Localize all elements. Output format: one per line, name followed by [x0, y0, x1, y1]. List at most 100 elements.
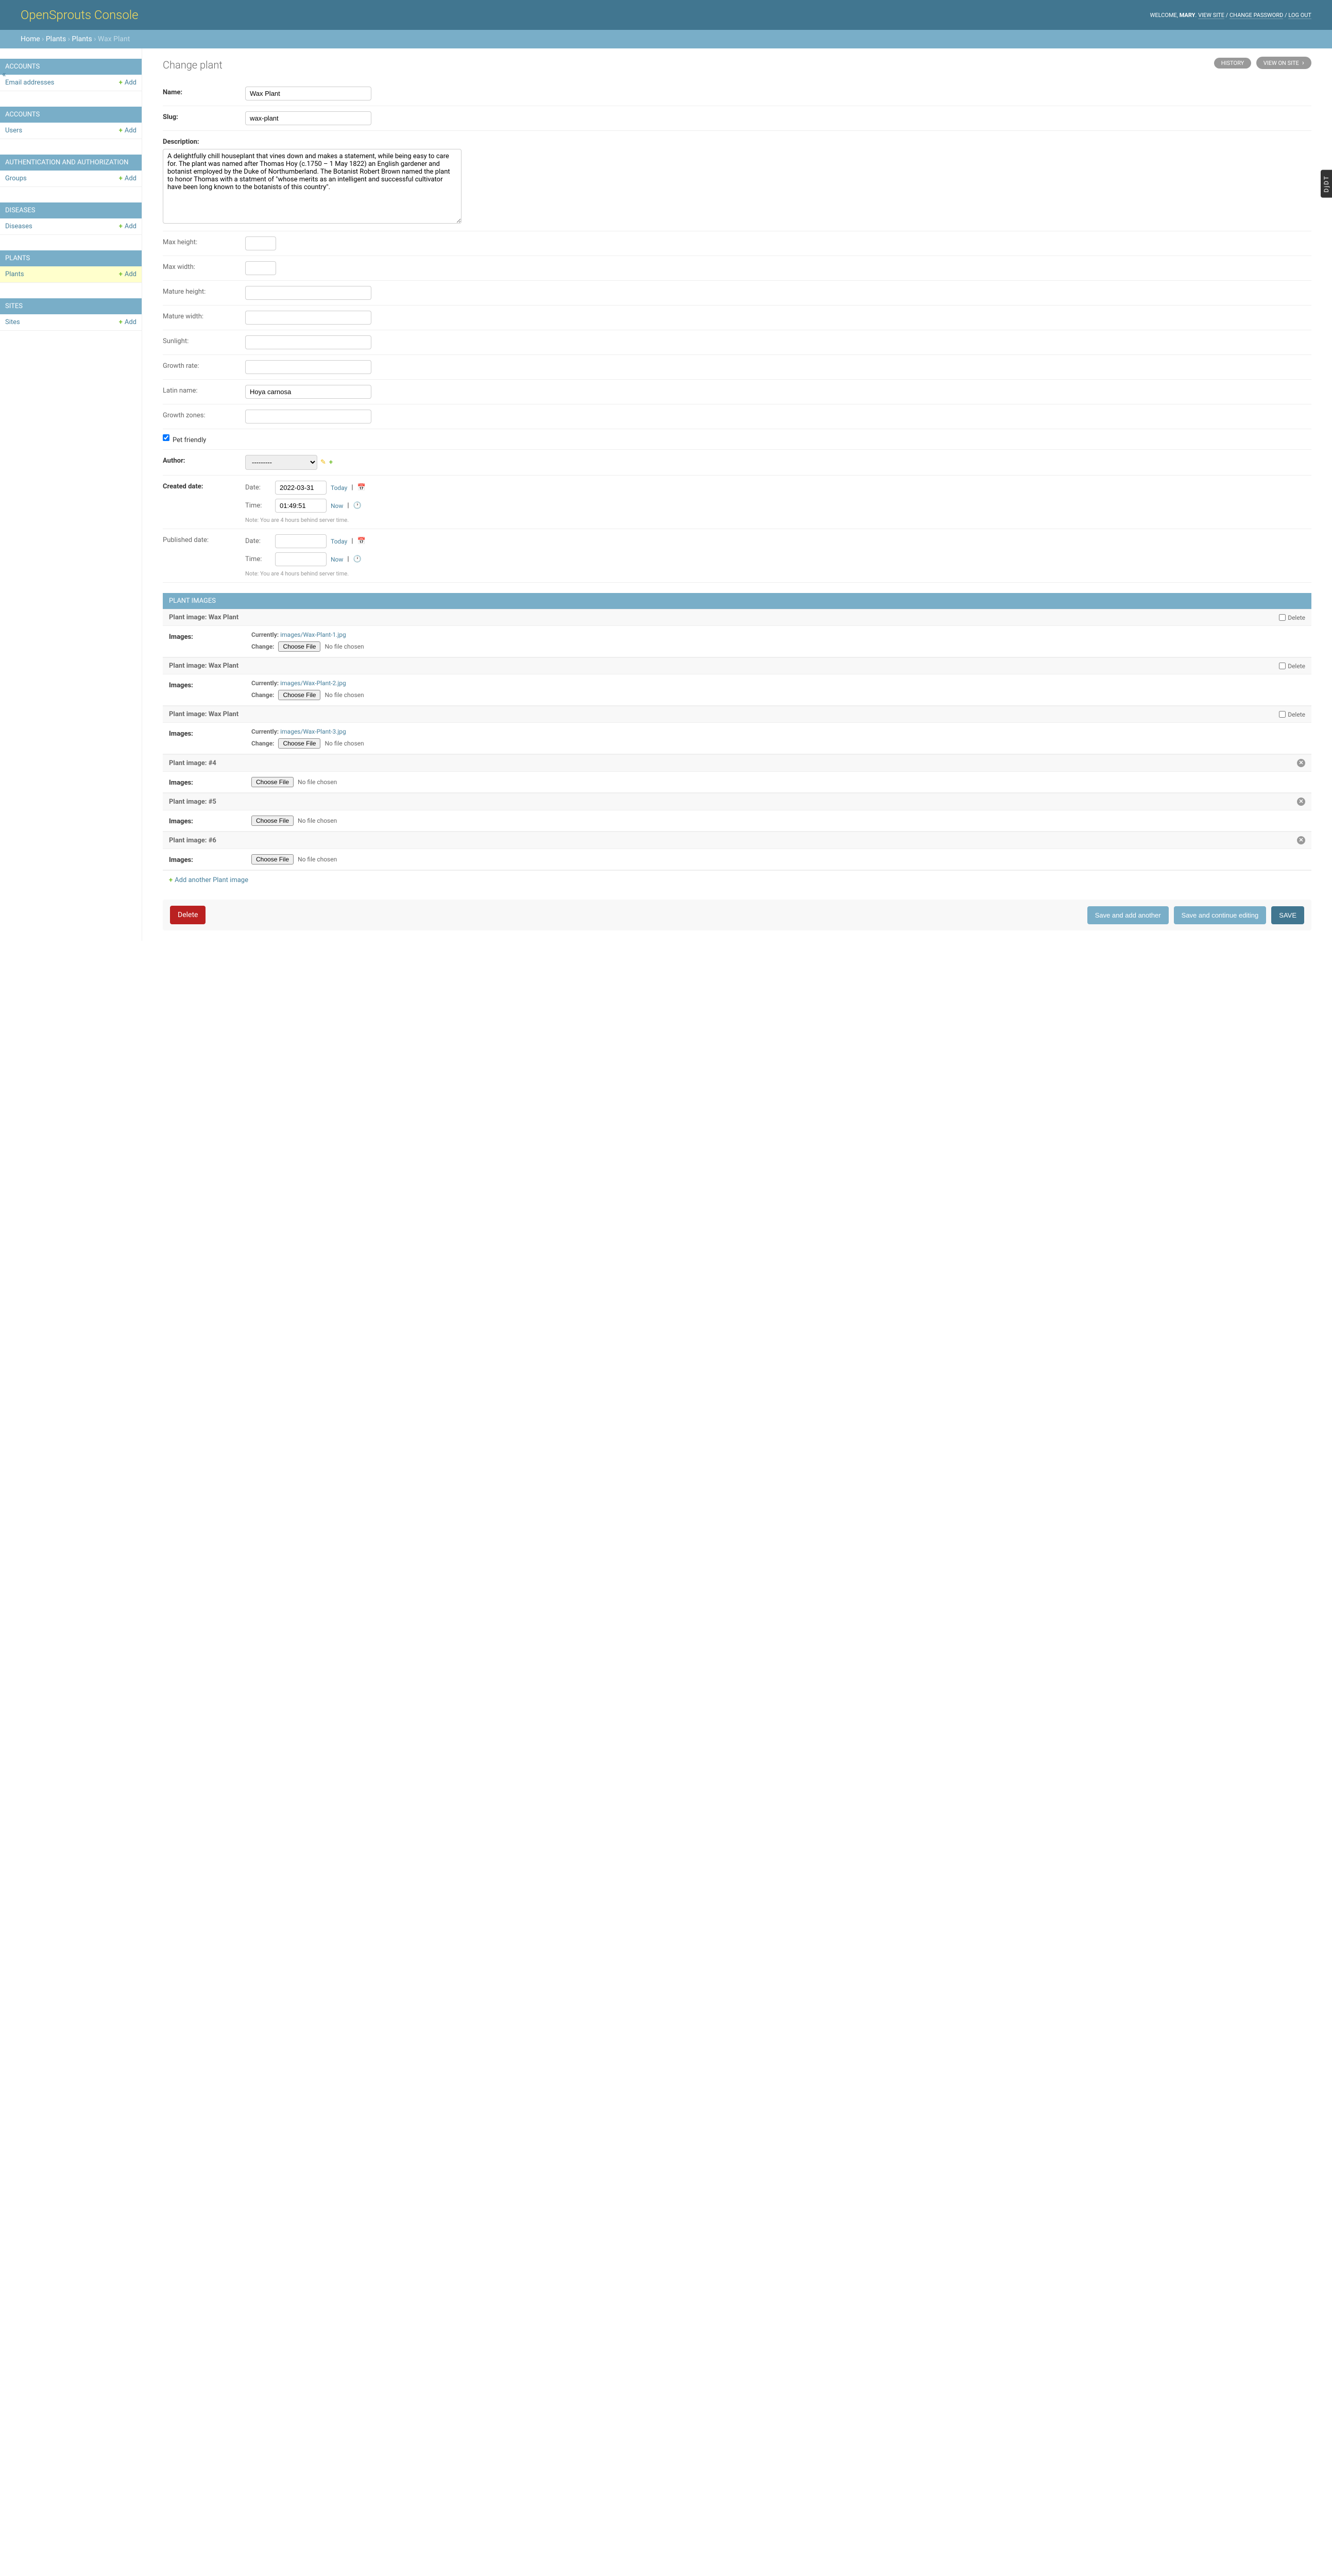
sidebar-app-caption[interactable]: DISEASES	[0, 202, 142, 218]
view-on-site-link[interactable]: VIEW ON SITE	[1256, 57, 1311, 69]
delete-checkbox[interactable]	[1279, 711, 1286, 718]
sidebar-add-link[interactable]: Add	[119, 318, 136, 326]
sunlight-input[interactable]	[245, 335, 371, 349]
add-row: Add another Plant image	[163, 870, 1311, 889]
label-sunlight: Sunlight:	[163, 335, 245, 345]
field-max-height: Max height:	[163, 231, 1311, 256]
published-date-input[interactable]	[275, 534, 327, 548]
description-input[interactable]: A delightfully chill houseplant that vin…	[163, 149, 462, 224]
save-button[interactable]	[1271, 906, 1304, 924]
today-link[interactable]: Today	[331, 484, 347, 492]
created-time-input[interactable]	[275, 499, 327, 513]
change-password-link[interactable]: CHANGE PASSWORD	[1229, 12, 1283, 19]
current-file-link[interactable]: images/Wax-Plant-3.jpg	[280, 728, 346, 735]
delete-link[interactable]: Delete	[170, 906, 206, 924]
published-time-input[interactable]	[275, 552, 327, 566]
field-max-width: Max width:	[163, 256, 1311, 281]
label-images: Images:	[169, 777, 251, 787]
history-link[interactable]: HISTORY	[1214, 58, 1251, 69]
add-another-link[interactable]: Add another Plant image	[169, 876, 248, 884]
created-date-input[interactable]	[275, 481, 327, 495]
remove-inline-icon[interactable]: ✕	[1297, 836, 1305, 844]
choose-file-button[interactable]: Choose File	[251, 777, 294, 787]
inline-title: Plant image: #5✕	[163, 793, 1311, 810]
site-title[interactable]: OpenSprouts Console	[21, 8, 139, 22]
calendar-icon[interactable]: 📅	[357, 484, 366, 492]
current-file-link[interactable]: images/Wax-Plant-2.jpg	[280, 680, 346, 687]
sidebar-add-link[interactable]: Add	[119, 270, 136, 278]
now-link[interactable]: Now	[331, 502, 343, 510]
sidebar-add-link[interactable]: Add	[119, 79, 136, 87]
sidebar-model-link[interactable]: Plants	[5, 270, 24, 278]
now-link[interactable]: Now	[331, 556, 343, 563]
label-description: Description:	[163, 136, 245, 146]
sidebar-model-link[interactable]: Users	[5, 127, 22, 134]
sidebar-add-link[interactable]: Add	[119, 175, 136, 182]
sidebar-add-link[interactable]: Add	[119, 223, 136, 230]
choose-file-button[interactable]: Choose File	[251, 854, 294, 865]
remove-inline-icon[interactable]: ✕	[1297, 798, 1305, 806]
mature-height-input[interactable]	[245, 286, 371, 300]
label-images: Images:	[169, 680, 251, 689]
name-input[interactable]	[245, 87, 371, 100]
sidebar-model-link[interactable]: Sites	[5, 318, 20, 326]
delete-checkbox[interactable]	[1279, 614, 1286, 621]
choose-file-button[interactable]: Choose File	[251, 816, 294, 826]
sidebar-app-caption[interactable]: ACCOUNTS	[0, 59, 142, 75]
sidebar-app-caption[interactable]: SITES	[0, 298, 142, 314]
mature-width-input[interactable]	[245, 311, 371, 325]
field-description: Description: A delightfully chill housep…	[163, 131, 1311, 231]
label-images: Images:	[169, 816, 251, 825]
sidebar-app: DISEASES Diseases Add	[0, 202, 142, 235]
pencil-icon[interactable]: ✎	[320, 459, 326, 466]
sidebar-add-link[interactable]: Add	[119, 127, 136, 134]
field-sunlight: Sunlight:	[163, 330, 1311, 355]
toggle-sidebar-icon[interactable]: «	[0, 67, 8, 81]
save-add-another-button[interactable]	[1087, 906, 1169, 924]
choose-file-button[interactable]: Choose File	[278, 738, 320, 749]
clock-icon[interactable]: 🕐	[353, 555, 362, 563]
label-date: Date:	[245, 537, 271, 545]
no-file-text: No file chosen	[298, 856, 337, 863]
latin-name-input[interactable]	[245, 385, 371, 399]
pet-friendly-checkbox[interactable]	[163, 434, 169, 441]
djdt-tab[interactable]: DjDT	[1321, 170, 1332, 198]
max-height-input[interactable]	[245, 236, 276, 250]
choose-file-button[interactable]: Choose File	[278, 690, 320, 700]
label-images: Images:	[169, 854, 251, 864]
today-link[interactable]: Today	[331, 538, 347, 545]
slug-input[interactable]	[245, 111, 371, 125]
label-slug: Slug:	[163, 111, 245, 121]
clock-icon[interactable]: 🕐	[353, 502, 362, 510]
choose-file-button[interactable]: Choose File	[278, 641, 320, 652]
welcome-text: WELCOME,	[1150, 12, 1178, 19]
author-select[interactable]: ---------	[245, 455, 317, 470]
breadcrumb-home[interactable]: Home	[21, 35, 40, 43]
sidebar-model-link[interactable]: Diseases	[5, 223, 32, 230]
remove-inline-icon[interactable]: ✕	[1297, 759, 1305, 767]
field-pet-friendly: Pet friendly	[163, 429, 1311, 450]
max-width-input[interactable]	[245, 261, 276, 275]
field-published-date: Published date: Date: Today | 📅 Time: No…	[163, 529, 1311, 583]
save-continue-button[interactable]	[1174, 906, 1267, 924]
growth-zones-input[interactable]	[245, 410, 371, 423]
inline-title: Plant image: Wax Plant Delete	[163, 706, 1311, 723]
change-form: Name: Slug: Description: A delightfully …	[163, 81, 1311, 930]
sidebar-model-link[interactable]: Groups	[5, 175, 27, 182]
calendar-icon[interactable]: 📅	[357, 537, 366, 545]
breadcrumb-model[interactable]: Plants	[72, 35, 92, 43]
label-images: Images:	[169, 728, 251, 738]
growth-rate-input[interactable]	[245, 360, 371, 374]
current-file-link[interactable]: images/Wax-Plant-1.jpg	[280, 631, 346, 638]
breadcrumb-app[interactable]: Plants	[46, 35, 66, 43]
logout-link[interactable]: LOG OUT	[1288, 12, 1311, 19]
sidebar-app-caption[interactable]: PLANTS	[0, 250, 142, 266]
label-date: Date:	[245, 484, 271, 492]
delete-checkbox[interactable]	[1279, 663, 1286, 669]
sidebar-app-caption[interactable]: AUTHENTICATION AND AUTHORIZATION	[0, 155, 142, 171]
nav-sidebar: ACCOUNTS Email addresses Add ACCOUNTS Users A…	[0, 48, 142, 941]
sidebar-app-caption[interactable]: ACCOUNTS	[0, 107, 142, 123]
plus-icon[interactable]: +	[329, 459, 333, 466]
view-site-link[interactable]: VIEW SITE	[1198, 12, 1224, 19]
sidebar-model-link[interactable]: Email addresses	[5, 79, 54, 87]
